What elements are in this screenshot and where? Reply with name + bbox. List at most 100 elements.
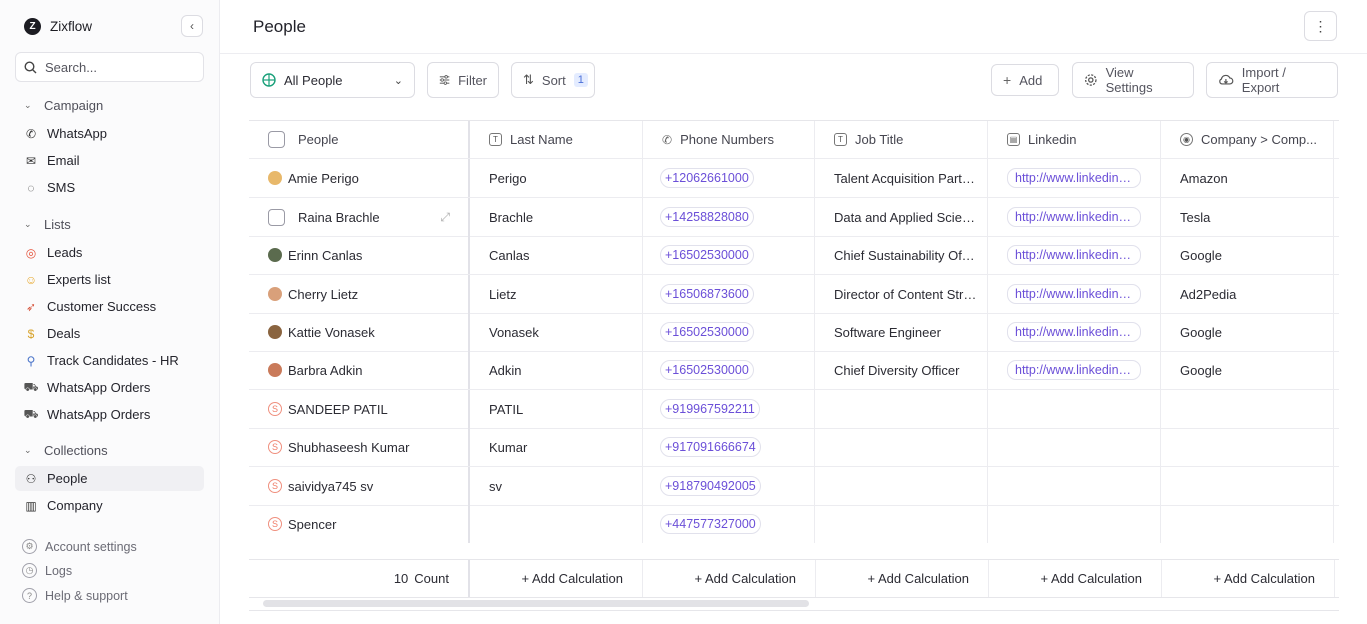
- phone-chip[interactable]: +16506873600: [660, 284, 754, 304]
- person-name[interactable]: Barbra Adkin: [288, 363, 362, 378]
- last-name-cell[interactable]: Lietz: [470, 275, 643, 313]
- table-row[interactable]: Kattie Vonasek Vonasek +16502530000 Softwar…: [249, 313, 1339, 352]
- person-name[interactable]: Amie Perigo: [288, 171, 359, 186]
- section-campaign[interactable]: ⌄ Campaign: [24, 98, 103, 113]
- brand[interactable]: Z Zixflow: [24, 16, 92, 36]
- count-calculation[interactable]: 10 Count: [249, 560, 470, 597]
- sidebar-item-email[interactable]: ✉ Email: [15, 148, 204, 173]
- select-all-checkbox[interactable]: [268, 131, 285, 148]
- job-title-cell[interactable]: Data and Applied Scientist: [815, 198, 988, 236]
- last-name-cell[interactable]: [470, 505, 643, 543]
- person-name[interactable]: Shubhaseesh Kumar: [288, 440, 409, 455]
- table-row[interactable]: Cherry Lietz Lietz +16506873600 Director of…: [249, 275, 1339, 314]
- table-row[interactable]: Barbra Adkin Adkin +16502530000 Chief Diver…: [249, 351, 1339, 390]
- job-title-cell[interactable]: Chief Sustainability Officer: [815, 236, 988, 274]
- more-options-button[interactable]: ⋮: [1304, 11, 1337, 41]
- last-name-cell[interactable]: Adkin: [470, 351, 643, 389]
- phone-chip[interactable]: +16502530000: [660, 360, 754, 380]
- last-name-cell[interactable]: Brachle: [470, 198, 643, 236]
- last-name-cell[interactable]: Canlas: [470, 236, 643, 274]
- add-calculation-button[interactable]: + Add Calculation: [1162, 560, 1335, 597]
- company-cell[interactable]: Tesla: [1161, 198, 1334, 236]
- search-input[interactable]: [45, 59, 195, 75]
- filter-button[interactable]: Filter: [427, 62, 499, 98]
- job-title-cell[interactable]: Chief Diversity Officer: [815, 351, 988, 389]
- expand-record-icon[interactable]: ⤢: [440, 210, 450, 225]
- add-button[interactable]: + Add: [991, 64, 1059, 96]
- sidebar-item-people[interactable]: ⚇ People: [15, 466, 204, 491]
- add-calculation-button[interactable]: + Add Calculation: [643, 560, 816, 597]
- phone-chip[interactable]: +919967592211: [660, 399, 760, 419]
- phone-cell[interactable]: +918790492005: [643, 467, 815, 505]
- sidebar-item-track-candidates-hr[interactable]: ⚲ Track Candidates - HR: [15, 348, 204, 373]
- sidebar-item-company[interactable]: ▥ Company: [15, 493, 204, 518]
- table-row[interactable]: Raina Brachle ⤢ Brachle +14258828080 Data an…: [249, 198, 1339, 237]
- person-name[interactable]: Raina Brachle: [298, 210, 380, 225]
- table-row[interactable]: S Shubhaseesh Kumar Kumar +917091666674: [249, 428, 1339, 467]
- collapse-sidebar-button[interactable]: ‹: [181, 15, 203, 37]
- person-name[interactable]: Erinn Canlas: [288, 248, 362, 263]
- linkedin-cell[interactable]: http://www.linkedin.com/: [988, 198, 1161, 236]
- linkedin-cell[interactable]: http://www.linkedin.com/: [988, 313, 1161, 351]
- linkedin-cell[interactable]: http://www.linkedin.com/: [988, 351, 1161, 389]
- person-name[interactable]: saividya745 sv: [288, 479, 373, 494]
- phone-cell[interactable]: +16502530000: [643, 236, 815, 274]
- import-export-button[interactable]: Import / Export: [1206, 62, 1338, 98]
- linkedin-cell[interactable]: [988, 505, 1161, 543]
- company-cell[interactable]: [1161, 467, 1334, 505]
- linkedin-link[interactable]: http://www.linkedin.com/: [1007, 284, 1141, 304]
- person-name-cell[interactable]: Raina Brachle ⤢: [249, 198, 470, 236]
- person-name[interactable]: Kattie Vonasek: [288, 325, 375, 340]
- footer-link-help-support[interactable]: ? Help & support: [22, 588, 128, 603]
- company-cell[interactable]: Ad2Pedia: [1161, 275, 1334, 313]
- add-calculation-button[interactable]: + Add Calculation: [989, 560, 1162, 597]
- job-title-cell[interactable]: [815, 467, 988, 505]
- company-cell[interactable]: Google: [1161, 236, 1334, 274]
- company-cell[interactable]: [1161, 428, 1334, 466]
- linkedin-link[interactable]: http://www.linkedin.com/: [1007, 360, 1141, 380]
- add-calculation-button[interactable]: + Add Calculation: [816, 560, 989, 597]
- phone-cell[interactable]: +14258828080: [643, 198, 815, 236]
- row-checkbox[interactable]: [268, 208, 285, 226]
- sort-button[interactable]: ⇅ Sort 1: [511, 62, 595, 98]
- person-name-cell[interactable]: Ssaividya745 sv: [249, 467, 470, 505]
- phone-cell[interactable]: +919967592211: [643, 390, 815, 428]
- company-cell[interactable]: [1161, 505, 1334, 543]
- phone-chip[interactable]: +16502530000: [660, 322, 754, 342]
- sidebar-item-experts-list[interactable]: ☺ Experts list: [15, 267, 204, 292]
- linkedin-cell[interactable]: [988, 428, 1161, 466]
- job-title-cell[interactable]: Software Engineer: [815, 313, 988, 351]
- sidebar-item-sms[interactable]: ◌ SMS: [15, 175, 204, 200]
- table-row[interactable]: Erinn Canlas Canlas +16502530000 Chief Sust…: [249, 236, 1339, 275]
- person-name[interactable]: Cherry Lietz: [288, 287, 358, 302]
- sidebar-item-deals[interactable]: $ Deals: [15, 321, 204, 346]
- horizontal-scrollbar[interactable]: [263, 600, 809, 607]
- phone-cell[interactable]: +12062661000: [643, 159, 815, 197]
- person-name-cell[interactable]: S SANDEEP PATIL: [249, 390, 470, 428]
- company-cell[interactable]: Amazon: [1161, 159, 1334, 197]
- linkedin-link[interactable]: http://www.linkedin.com/: [1007, 207, 1141, 227]
- footer-link-account-settings[interactable]: ⚙ Account settings: [22, 539, 137, 554]
- last-name-cell[interactable]: PATIL: [470, 390, 643, 428]
- company-cell[interactable]: Google: [1161, 313, 1334, 351]
- phone-chip[interactable]: +16502530000: [660, 245, 754, 265]
- linkedin-link[interactable]: http://www.linkedin.com/: [1007, 322, 1141, 342]
- last-name-cell[interactable]: sv: [470, 467, 643, 505]
- table-row[interactable]: S Spencer +447577327000: [249, 505, 1339, 543]
- phone-chip[interactable]: +918790492005: [660, 476, 761, 496]
- phone-chip[interactable]: +14258828080: [660, 207, 754, 227]
- last-name-cell[interactable]: Vonasek: [470, 313, 643, 351]
- phone-cell[interactable]: +16502530000: [643, 351, 815, 389]
- person-name-cell[interactable]: Cherry Lietz: [249, 275, 470, 313]
- section-lists[interactable]: ⌄ Lists: [24, 217, 71, 232]
- column-header-people[interactable]: People: [249, 121, 470, 158]
- sidebar-item-customer-success[interactable]: ➶ Customer Success: [15, 294, 204, 319]
- table-row[interactable]: S SANDEEP PATIL PATIL +919967592211: [249, 390, 1339, 429]
- person-name-cell[interactable]: Kattie Vonasek: [249, 313, 470, 351]
- phone-chip[interactable]: +917091666674: [660, 437, 761, 457]
- linkedin-cell[interactable]: http://www.linkedin.com/: [988, 159, 1161, 197]
- phone-chip[interactable]: +447577327000: [660, 514, 761, 534]
- job-title-cell[interactable]: [815, 428, 988, 466]
- person-name-cell[interactable]: S Shubhaseesh Kumar: [249, 428, 470, 466]
- job-title-cell[interactable]: [815, 505, 988, 543]
